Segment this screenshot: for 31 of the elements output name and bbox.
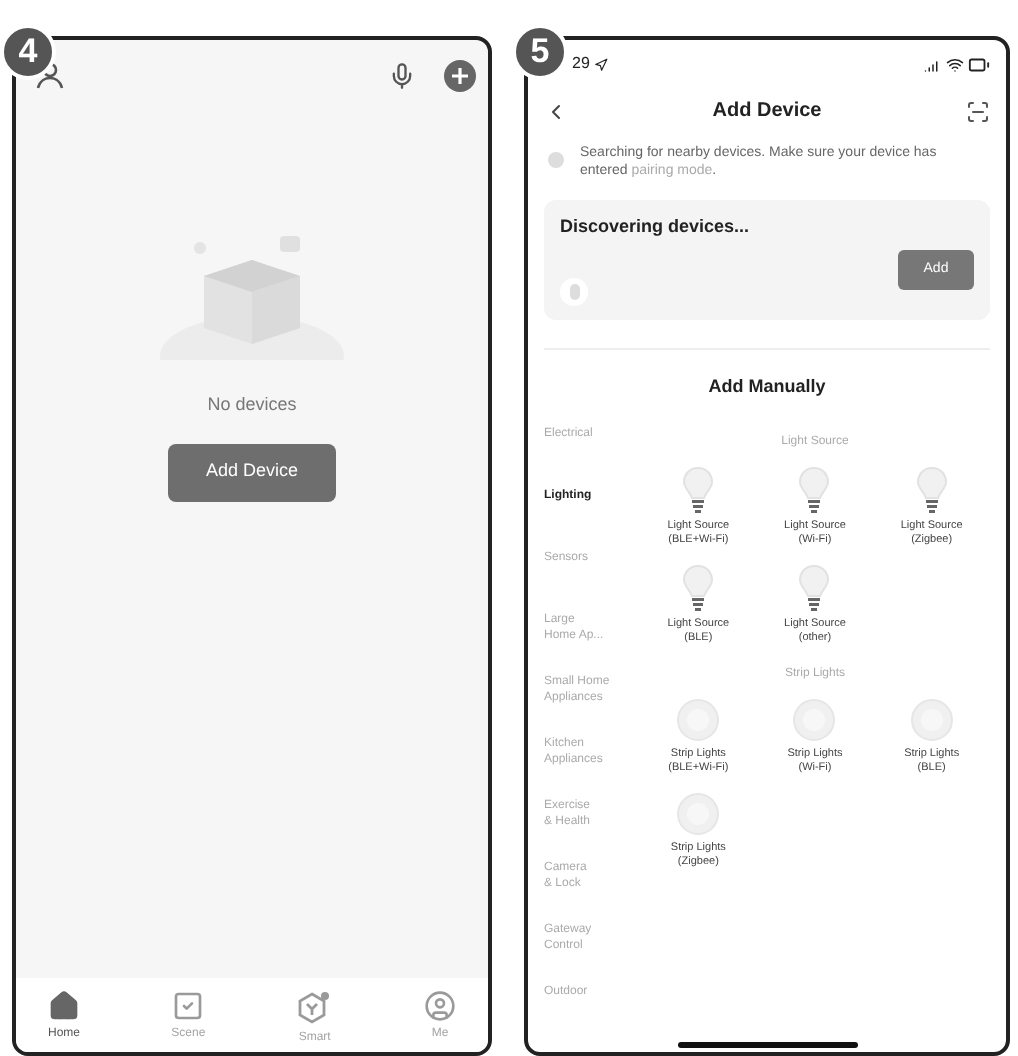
strip-light-icon <box>909 697 954 741</box>
profile-icon <box>424 990 456 1022</box>
light-bulb-icon <box>682 563 715 611</box>
add-icon[interactable] <box>444 60 476 92</box>
strip-light-icon <box>676 697 721 741</box>
hexagon-icon <box>296 990 333 1026</box>
person-icon <box>36 62 64 90</box>
add-device-button[interactable]: Add Device <box>168 443 336 501</box>
light-bulb-icon <box>682 465 715 513</box>
checkbox-icon <box>172 990 205 1022</box>
empty-state-text: No devices <box>207 392 297 418</box>
home-icon <box>48 990 80 1022</box>
discovering-text: Discovering devices... <box>560 214 750 240</box>
scan-icon[interactable] <box>966 99 990 123</box>
wifi-icon <box>946 55 964 73</box>
status-time: 29 <box>572 52 590 76</box>
section-title: Add Manually <box>706 374 828 400</box>
light-bulb-icon <box>798 465 831 513</box>
location-arrow-icon <box>593 57 608 71</box>
microphone-icon[interactable] <box>388 62 416 90</box>
battery-icon <box>968 53 990 75</box>
strip-light-icon <box>676 791 721 835</box>
signal-icon <box>924 55 942 73</box>
screen-title: Add Device <box>712 98 822 126</box>
step-number-badge: 4 <box>0 24 56 80</box>
loading-spinner-icon <box>548 152 564 168</box>
step-number-badge: 5 <box>512 24 568 80</box>
light-bulb-icon <box>915 465 948 513</box>
light-bulb-icon <box>798 563 831 611</box>
found-device-icon <box>560 278 588 306</box>
strip-light-icon <box>792 697 837 741</box>
